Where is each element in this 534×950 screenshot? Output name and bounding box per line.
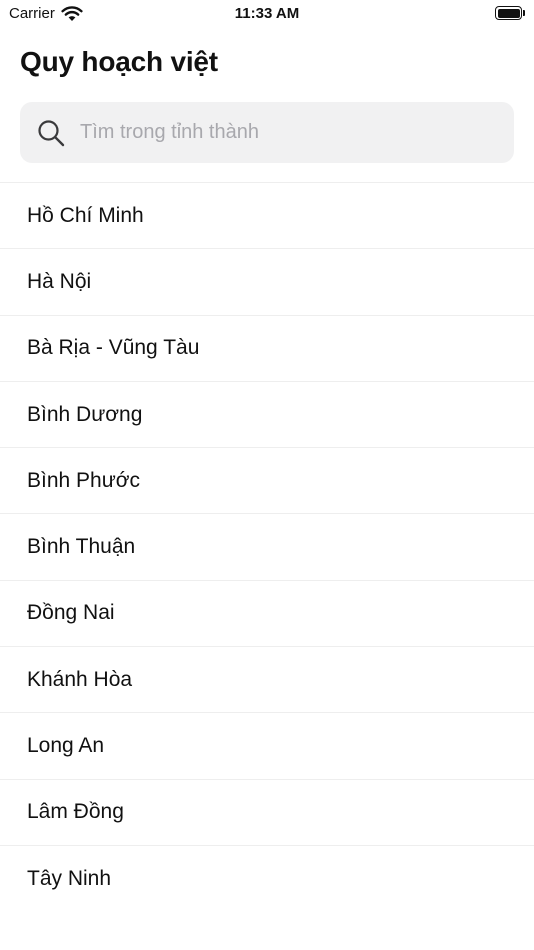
status-time: 11:33 AM xyxy=(234,5,300,22)
search-bar[interactable] xyxy=(20,102,514,163)
list-item[interactable]: Bình Thuận xyxy=(0,514,534,581)
page-title: Quy hoạch việt xyxy=(20,46,218,77)
list-item[interactable]: Đồng Nai xyxy=(0,581,534,648)
search-input[interactable] xyxy=(80,121,480,144)
list-item[interactable]: Hà Nội xyxy=(0,249,534,316)
list-item[interactable]: Long An xyxy=(0,713,534,780)
list-item[interactable]: Hồ Chí Minh xyxy=(0,183,534,250)
list-item[interactable]: Bình Phước xyxy=(0,448,534,515)
list-item[interactable]: Lâm Đồng xyxy=(0,780,534,846)
search-icon xyxy=(36,118,66,148)
status-bar: Carrier 11:33 AM xyxy=(0,0,534,30)
list-item[interactable]: Bình Dương xyxy=(0,382,534,449)
list-item[interactable]: Bà Rịa - Vũng Tàu xyxy=(0,316,534,382)
list-item[interactable]: Tây Ninh xyxy=(0,846,534,912)
list-item[interactable]: Khánh Hòa xyxy=(0,647,534,714)
province-list: Hồ Chí Minh Hà Nội Bà Rịa - Vũng Tàu Bìn… xyxy=(0,182,534,912)
battery-icon xyxy=(495,6,525,20)
